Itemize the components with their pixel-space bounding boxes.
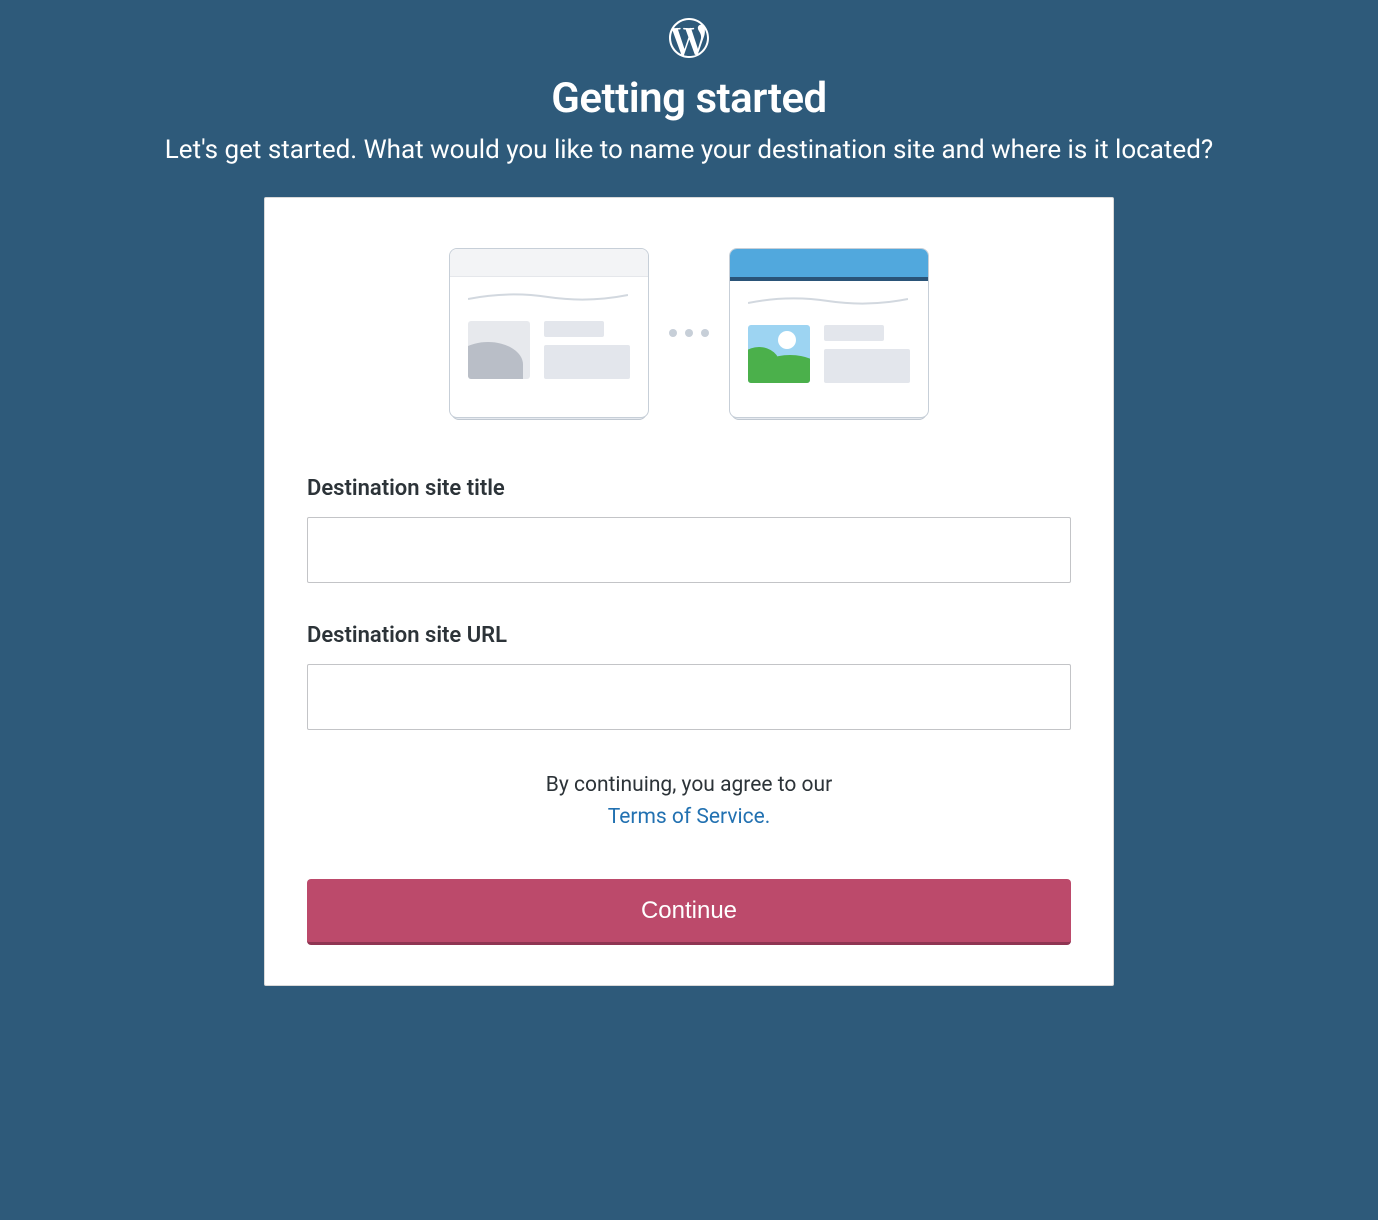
site-title-input[interactable] xyxy=(307,517,1071,583)
site-url-input[interactable] xyxy=(307,664,1071,730)
terms-of-service-link[interactable]: Terms of Service. xyxy=(608,805,771,829)
site-url-label: Destination site URL xyxy=(307,623,1071,648)
terms-text: By continuing, you agree to our Terms of… xyxy=(307,770,1071,833)
continue-button[interactable]: Continue xyxy=(307,879,1071,945)
page-subtitle: Let's get started. What would you like t… xyxy=(165,135,1213,165)
migration-illustration xyxy=(307,248,1071,418)
source-site-illustration xyxy=(449,248,649,418)
site-title-label: Destination site title xyxy=(307,476,1071,501)
transfer-dots-icon xyxy=(669,329,709,337)
terms-preamble: By continuing, you agree to our xyxy=(546,773,832,797)
wordpress-logo-icon xyxy=(669,18,709,58)
setup-card: Destination site title Destination site … xyxy=(264,197,1114,986)
destination-site-illustration xyxy=(729,248,929,418)
page-title: Getting started xyxy=(551,74,826,123)
